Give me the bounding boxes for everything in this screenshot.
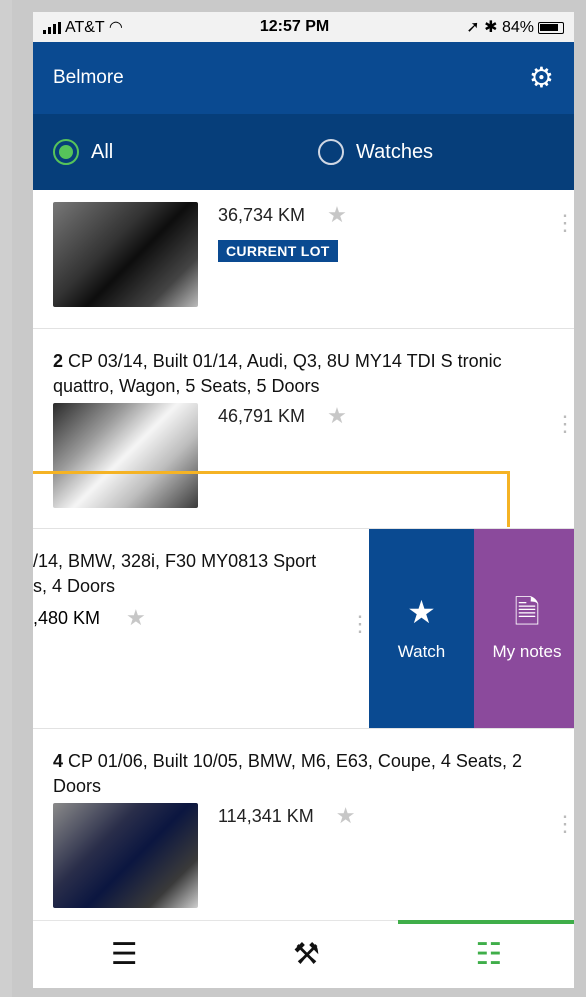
lot-info: 114,341 KM ★ <box>218 803 355 908</box>
page-title: Belmore <box>53 67 124 88</box>
lot-description: /14, BMW, 328i, F30 MY0813 Sport <box>33 551 317 571</box>
more-icon[interactable]: ⋮ <box>554 413 574 435</box>
odometer: ,480 KM ★ <box>33 605 369 631</box>
star-icon[interactable]: ★ <box>126 605 146 631</box>
km-value: 46,791 KM <box>218 405 306 426</box>
phone-screen: AT&T ◠ 12:57 PM ➚ ✱ 84% Belmore ⚙ All Wa… <box>33 12 580 988</box>
more-icon[interactable]: ⋮ <box>554 212 574 234</box>
gavel-icon: ⚒ <box>293 938 320 971</box>
km-value: 114,341 KM <box>218 805 314 826</box>
filter-all-label: All <box>91 140 114 163</box>
lot-title: 2 CP 03/14, Built 01/14, Audi, Q3, 8U MY… <box>33 349 574 399</box>
note-add-icon: 🗎 <box>514 594 540 630</box>
status-bar: AT&T ◠ 12:57 PM ➚ ✱ 84% <box>33 12 574 42</box>
lot-item[interactable]: 4 CP 01/06, Built 10/05, BMW, M6, E63, C… <box>33 729 574 929</box>
lot-description: CP 01/06, Built 10/05, BMW, M6, E63, Cou… <box>53 751 522 796</box>
lot-row: 36,734 KM ★ CURRENT LOT <box>33 202 574 307</box>
lot-title: 4 CP 01/06, Built 10/05, BMW, M6, E63, C… <box>33 749 574 799</box>
lot-content: /14, BMW, 328i, F30 MY0813 Sport s, 4 Do… <box>33 529 371 728</box>
status-time: 12:57 PM <box>259 18 330 35</box>
filter-watches-label: Watches <box>356 140 434 163</box>
odometer: 36,734 KM ★ <box>218 202 347 228</box>
filter-bar: All Watches <box>33 114 574 190</box>
lot-description: s, 4 Doors <box>33 576 116 596</box>
odometer: 114,341 KM ★ <box>218 803 355 829</box>
more-icon[interactable]: ⋮ <box>554 813 574 835</box>
km-value: ,480 KM <box>33 607 101 628</box>
lot-info: 36,734 KM ★ CURRENT LOT <box>218 202 347 307</box>
list-icon: ☷ <box>475 938 503 971</box>
filter-all[interactable]: All <box>53 139 318 165</box>
radio-checked-icon <box>53 139 79 165</box>
app-header: Belmore ⚙ <box>33 42 574 114</box>
star-icon[interactable]: ★ <box>327 202 347 228</box>
lot-number: 2 <box>53 351 64 371</box>
battery-percent: 84% <box>501 19 534 36</box>
status-right: ➚ ✱ 84% <box>466 17 564 37</box>
lot-row: 114,341 KM ★ <box>33 803 574 908</box>
watch-button[interactable]: ★ Watch <box>369 529 474 728</box>
bottom-nav: ☰ ⚒ ☷ <box>33 920 574 988</box>
more-icon[interactable]: ⋮ <box>349 613 371 635</box>
lot-item[interactable]: 36,734 KM ★ CURRENT LOT ⋮ <box>33 202 574 329</box>
lot-item[interactable]: 2 CP 03/14, Built 01/14, Audi, Q3, 8U MY… <box>33 329 574 529</box>
signal-icon <box>43 21 61 34</box>
carrier: AT&T ◠ <box>43 17 123 37</box>
gear-icon[interactable]: ⚙ <box>529 64 554 92</box>
star-icon: ★ <box>407 594 436 630</box>
current-lot-badge: CURRENT LOT <box>218 240 338 262</box>
odometer: 46,791 KM ★ <box>218 403 347 429</box>
car-thumbnail[interactable] <box>53 403 198 508</box>
annotation-line <box>507 471 510 527</box>
location-icon: ➚ <box>466 19 480 36</box>
star-icon[interactable]: ★ <box>327 403 347 429</box>
wifi-icon: ◠ <box>108 19 123 36</box>
lot-list: 36,734 KM ★ CURRENT LOT ⋮ 2 CP 03/14, Bu… <box>33 202 574 929</box>
battery-icon <box>538 21 564 34</box>
lot-row: 46,791 KM ★ <box>33 403 574 508</box>
bluetooth-icon: ✱ <box>484 19 498 36</box>
km-value: 36,734 KM <box>218 204 306 225</box>
annotation-line <box>33 471 510 474</box>
car-thumbnail[interactable] <box>53 803 198 908</box>
nav-auction[interactable]: ⚒ <box>215 921 397 988</box>
lot-description: CP 03/14, Built 01/14, Audi, Q3, 8U MY14… <box>53 351 502 396</box>
background-strip <box>0 0 12 997</box>
filter-watches[interactable]: Watches <box>318 139 433 165</box>
lot-info: 46,791 KM ★ <box>218 403 347 508</box>
my-notes-button[interactable]: 🗎 My notes <box>474 529 574 728</box>
lot-item-swiped[interactable]: /14, BMW, 328i, F30 MY0813 Sport s, 4 Do… <box>33 529 574 729</box>
lot-number: 4 <box>53 751 64 771</box>
nav-list[interactable]: ☷ <box>397 920 574 988</box>
watch-label: Watch <box>397 642 446 661</box>
notes-label: My notes <box>492 642 562 661</box>
radio-unchecked-icon <box>318 139 344 165</box>
menu-icon: ☰ <box>110 938 138 971</box>
car-thumbnail[interactable] <box>53 202 198 307</box>
star-icon[interactable]: ★ <box>336 803 356 829</box>
nav-menu[interactable]: ☰ <box>33 921 215 988</box>
